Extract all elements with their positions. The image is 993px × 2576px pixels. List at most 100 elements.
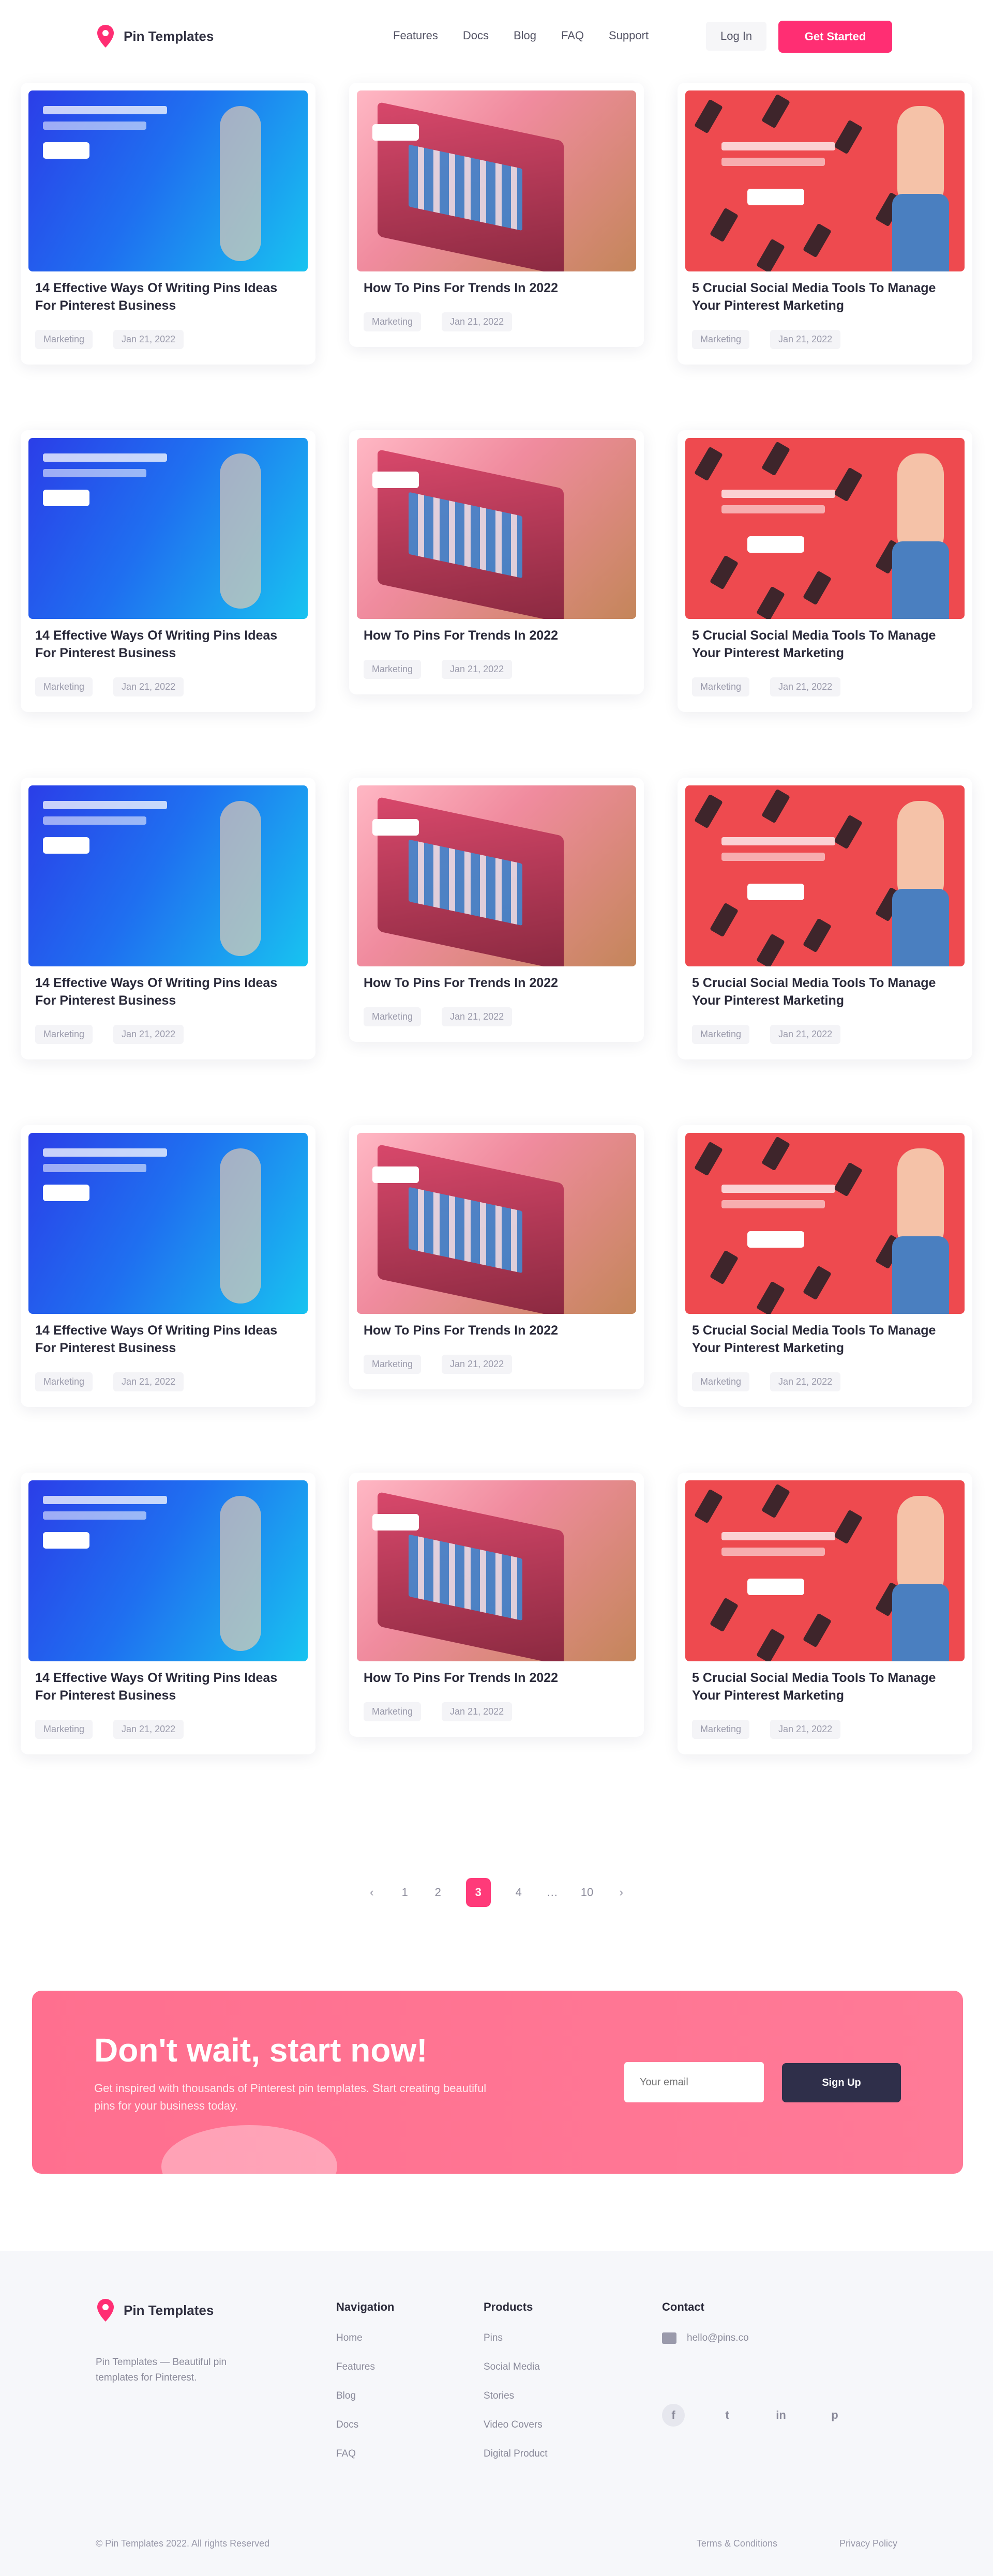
terms-link[interactable]: Terms & Conditions: [697, 2538, 777, 2549]
card-category[interactable]: Marketing: [364, 1355, 422, 1374]
blog-card[interactable]: 5 Crucial Social Media Tools To Manage Y…: [678, 1473, 972, 1754]
card-title[interactable]: How To Pins For Trends In 2022: [349, 627, 644, 644]
card-title[interactable]: How To Pins For Trends In 2022: [349, 1669, 644, 1687]
card-category[interactable]: Marketing: [35, 1025, 93, 1044]
pagination-page-1[interactable]: 1: [400, 1886, 410, 1899]
card-title[interactable]: How To Pins For Trends In 2022: [349, 1322, 644, 1339]
footer-link[interactable]: Features: [336, 2361, 394, 2373]
card-thumbnail[interactable]: [28, 1480, 308, 1661]
pagination-prev[interactable]: ‹: [367, 1886, 377, 1899]
card-thumbnail[interactable]: [357, 438, 636, 619]
blog-card[interactable]: 14 Effective Ways Of Writing Pins Ideas …: [21, 83, 315, 365]
card-title[interactable]: 14 Effective Ways Of Writing Pins Ideas …: [21, 279, 315, 314]
card-thumbnail[interactable]: [357, 90, 636, 271]
blog-card[interactable]: How To Pins For Trends In 2022 Marketing J…: [349, 83, 644, 347]
blog-card[interactable]: 5 Crucial Social Media Tools To Manage Y…: [678, 1125, 972, 1407]
blog-card[interactable]: How To Pins For Trends In 2022 Marketing J…: [349, 1473, 644, 1737]
blog-card[interactable]: How To Pins For Trends In 2022 Marketing J…: [349, 778, 644, 1042]
blog-card[interactable]: 14 Effective Ways Of Writing Pins Ideas …: [21, 778, 315, 1059]
blog-card[interactable]: 5 Crucial Social Media Tools To Manage Y…: [678, 430, 972, 712]
pagination-page-4[interactable]: 4: [514, 1886, 524, 1899]
card-meta: Marketing Jan 21, 2022: [349, 1007, 644, 1026]
card-category[interactable]: Marketing: [35, 1372, 93, 1391]
linkedin-icon[interactable]: in: [770, 2404, 792, 2427]
contact-email[interactable]: hello@pins.co: [662, 2332, 749, 2344]
card-thumbnail[interactable]: [685, 785, 965, 966]
pagination-next[interactable]: ›: [616, 1886, 626, 1899]
card-category[interactable]: Marketing: [364, 1007, 422, 1026]
facebook-icon[interactable]: f: [662, 2404, 685, 2427]
card-category[interactable]: Marketing: [35, 677, 93, 696]
card-category[interactable]: Marketing: [692, 1720, 750, 1739]
blog-card[interactable]: 14 Effective Ways Of Writing Pins Ideas …: [21, 1473, 315, 1754]
blog-card[interactable]: 5 Crucial Social Media Tools To Manage Y…: [678, 778, 972, 1059]
card-category[interactable]: Marketing: [692, 1372, 750, 1391]
card-thumbnail[interactable]: [357, 1480, 636, 1661]
login-button[interactable]: Log In: [706, 22, 767, 51]
nav-item-support[interactable]: Support: [609, 29, 649, 42]
email-input[interactable]: [624, 2062, 764, 2102]
card-date: Jan 21, 2022: [113, 677, 184, 696]
card-title[interactable]: 5 Crucial Social Media Tools To Manage Y…: [678, 279, 972, 314]
blog-card[interactable]: How To Pins For Trends In 2022 Marketing J…: [349, 430, 644, 694]
card-category[interactable]: Marketing: [692, 330, 750, 349]
blog-card[interactable]: 14 Effective Ways Of Writing Pins Ideas …: [21, 1125, 315, 1407]
card-category[interactable]: Marketing: [364, 1702, 422, 1721]
footer-link[interactable]: Stories: [484, 2390, 548, 2402]
card-title[interactable]: How To Pins For Trends In 2022: [349, 279, 644, 297]
sign-up-button[interactable]: Sign Up: [782, 2063, 901, 2102]
card-category[interactable]: Marketing: [35, 330, 93, 349]
card-date: Jan 21, 2022: [770, 1025, 841, 1044]
nav-item-docs[interactable]: Docs: [463, 29, 489, 42]
card-thumbnail[interactable]: [357, 1133, 636, 1314]
footer-column-products: Products Pins Social Media Stories Video…: [484, 2300, 548, 2477]
card-thumbnail[interactable]: [685, 1480, 965, 1661]
nav-item-faq[interactable]: FAQ: [561, 29, 584, 42]
footer-link[interactable]: Docs: [336, 2419, 394, 2431]
blog-card[interactable]: How To Pins For Trends In 2022 Marketing J…: [349, 1125, 644, 1389]
card-category[interactable]: Marketing: [692, 1025, 750, 1044]
card-title[interactable]: 5 Crucial Social Media Tools To Manage Y…: [678, 1669, 972, 1704]
footer-link[interactable]: Social Media: [484, 2361, 548, 2373]
footer-link[interactable]: Blog: [336, 2390, 394, 2402]
get-started-button[interactable]: Get Started: [778, 21, 892, 53]
card-thumbnail[interactable]: [685, 438, 965, 619]
card-title[interactable]: 14 Effective Ways Of Writing Pins Ideas …: [21, 1669, 315, 1704]
card-title[interactable]: How To Pins For Trends In 2022: [349, 974, 644, 992]
card-thumbnail[interactable]: [357, 785, 636, 966]
pinterest-icon[interactable]: p: [823, 2404, 846, 2427]
twitter-icon[interactable]: t: [716, 2404, 739, 2427]
card-category[interactable]: Marketing: [35, 1720, 93, 1739]
footer-bottom: © Pin Templates 2022. All rights Reserve…: [96, 2538, 897, 2549]
card-thumbnail[interactable]: [28, 1133, 308, 1314]
card-thumbnail[interactable]: [28, 438, 308, 619]
brand-logo[interactable]: Pin Templates: [96, 24, 214, 49]
nav-item-features[interactable]: Features: [393, 29, 438, 42]
card-category[interactable]: Marketing: [692, 677, 750, 696]
card-title[interactable]: 14 Effective Ways Of Writing Pins Ideas …: [21, 1322, 315, 1357]
card-thumbnail[interactable]: [685, 1133, 965, 1314]
card-title[interactable]: 5 Crucial Social Media Tools To Manage Y…: [678, 627, 972, 662]
card-thumbnail[interactable]: [28, 90, 308, 271]
privacy-link[interactable]: Privacy Policy: [839, 2538, 897, 2549]
footer-link[interactable]: Digital Product: [484, 2448, 548, 2460]
pagination-page-3-active[interactable]: 3: [465, 1878, 491, 1907]
card-title[interactable]: 5 Crucial Social Media Tools To Manage Y…: [678, 974, 972, 1009]
card-title[interactable]: 5 Crucial Social Media Tools To Manage Y…: [678, 1322, 972, 1357]
card-title[interactable]: 14 Effective Ways Of Writing Pins Ideas …: [21, 974, 315, 1009]
blog-card[interactable]: 5 Crucial Social Media Tools To Manage Y…: [678, 83, 972, 365]
blog-card[interactable]: 14 Effective Ways Of Writing Pins Ideas …: [21, 430, 315, 712]
pagination-page-10[interactable]: 10: [581, 1886, 593, 1899]
footer-brand[interactable]: Pin Templates: [96, 2298, 214, 2323]
card-category[interactable]: Marketing: [364, 312, 422, 331]
footer-link[interactable]: Home: [336, 2332, 394, 2344]
card-category[interactable]: Marketing: [364, 660, 422, 679]
pagination-page-2[interactable]: 2: [433, 1886, 443, 1899]
card-thumbnail[interactable]: [685, 90, 965, 271]
card-thumbnail[interactable]: [28, 785, 308, 966]
footer-link[interactable]: Pins: [484, 2332, 548, 2344]
card-title[interactable]: 14 Effective Ways Of Writing Pins Ideas …: [21, 627, 315, 662]
footer-link[interactable]: FAQ: [336, 2448, 394, 2460]
footer-link[interactable]: Video Covers: [484, 2419, 548, 2431]
nav-item-blog[interactable]: Blog: [514, 29, 536, 42]
